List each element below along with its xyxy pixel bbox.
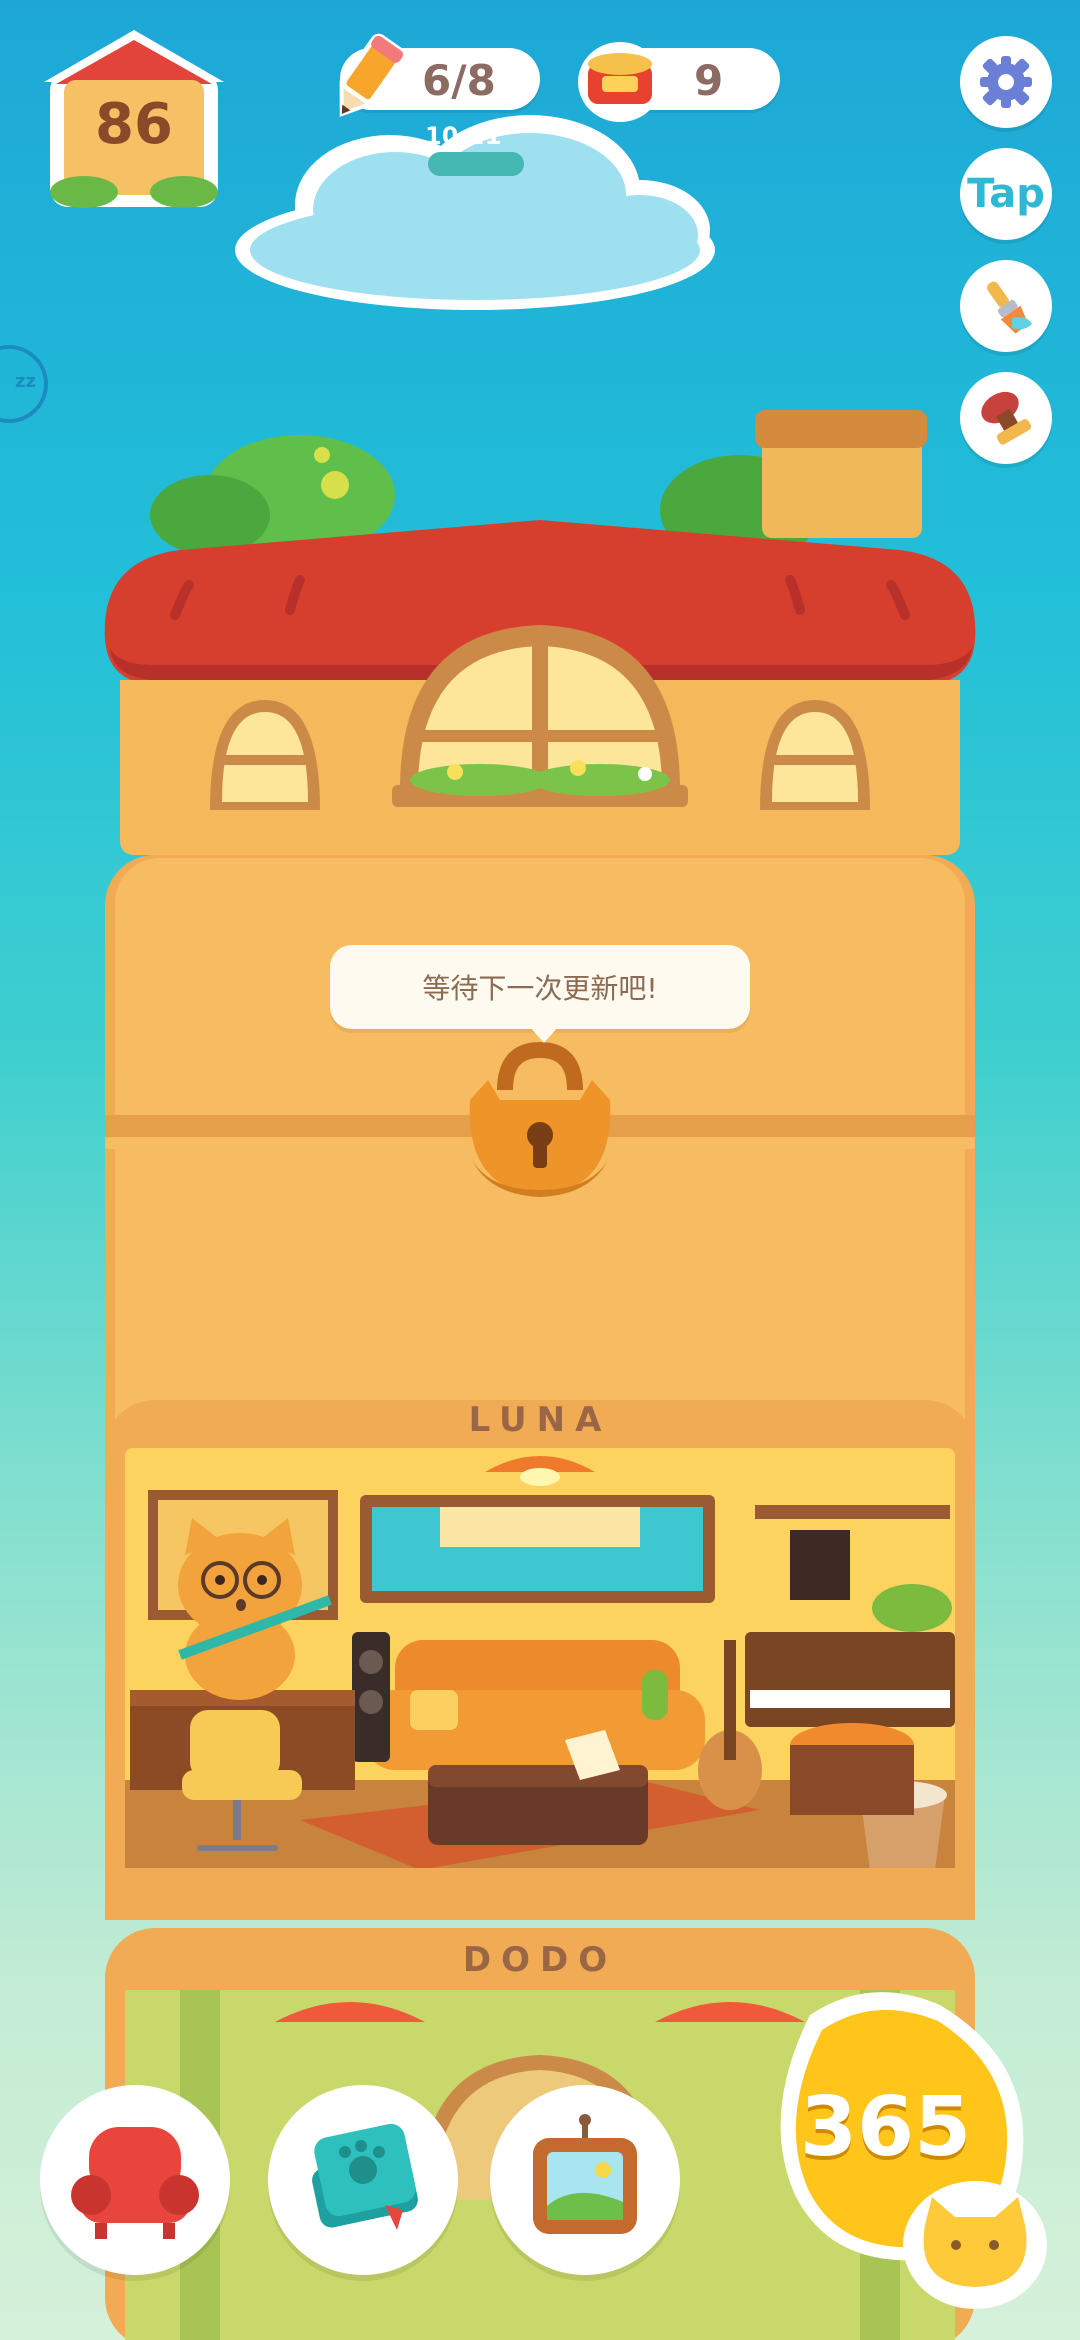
tap-button[interactable]: Tap <box>960 148 1052 240</box>
pencil-icon <box>339 33 406 117</box>
tap-label: Tap <box>967 171 1045 217</box>
settings-button[interactable] <box>960 36 1052 128</box>
locked-floor-message: 等待下一次更新吧! <box>330 945 750 1043</box>
locked-floor-padlock[interactable] <box>460 1045 620 1205</box>
paint-brush-icon <box>986 281 1032 334</box>
armchair-icon <box>71 2127 199 2239</box>
furniture-button[interactable] <box>40 2085 230 2275</box>
sleep-icon: zz <box>15 371 36 392</box>
house-level-badge[interactable]: 86 <box>24 22 244 212</box>
floor-name-luna: LUNA <box>468 1400 612 1440</box>
room-dodo[interactable] <box>115 1990 715 2070</box>
journal-button[interactable] <box>268 2085 458 2275</box>
cat-face-icon[interactable] <box>912 2180 1032 2300</box>
paw-book-icon <box>312 2123 418 2230</box>
room-luna[interactable] <box>115 1450 965 1910</box>
gallery-button[interactable] <box>490 2085 680 2275</box>
pencil-refill-timer: 10:21 <box>425 122 502 150</box>
floor-name-dodo: DODO <box>462 1940 618 1980</box>
pencil-count: 6/8 <box>422 56 496 105</box>
house-level-value: 86 <box>95 92 173 157</box>
timer-progress-bar <box>428 152 524 176</box>
picture-frame-icon <box>533 2114 637 2234</box>
cat-food-can-icon <box>578 42 662 122</box>
can-count: 9 <box>694 56 724 105</box>
paint-button[interactable] <box>960 260 1052 352</box>
gear-icon <box>980 56 1032 108</box>
daily-count: 365 <box>800 2080 972 2175</box>
